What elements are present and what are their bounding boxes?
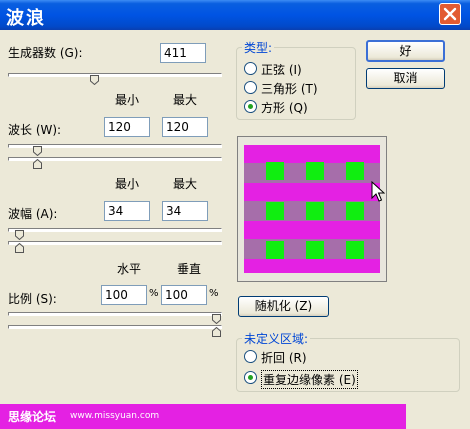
repeat-edge-pixels-radio[interactable] bbox=[244, 371, 257, 384]
mouse-cursor-icon bbox=[371, 181, 385, 202]
wavelength-min-slider-thumb[interactable] bbox=[33, 146, 43, 156]
window-title: 波浪 bbox=[6, 8, 46, 29]
amplitude-min-slider-track[interactable] bbox=[8, 228, 222, 232]
scale-v-unit: % bbox=[209, 288, 219, 299]
wavelength-max-slider-thumb[interactable] bbox=[33, 159, 43, 169]
amplitude-max-header: 最大 bbox=[173, 177, 198, 191]
type-square-label[interactable]: 方形 (Q) bbox=[261, 99, 308, 116]
title-bar[interactable]: 波浪 bbox=[0, 0, 470, 30]
generators-input[interactable]: 411 bbox=[160, 43, 206, 63]
scale-label: 比例 (S): bbox=[8, 292, 57, 306]
type-group-title: 类型: bbox=[242, 39, 275, 56]
scale-h-slider-track[interactable] bbox=[8, 312, 222, 316]
scale-v-slider-track[interactable] bbox=[8, 325, 222, 329]
wrap-around-radio[interactable] bbox=[244, 350, 257, 363]
scale-h-unit: % bbox=[149, 288, 159, 299]
wavelength-min-input[interactable]: 120 bbox=[104, 117, 150, 137]
wavelength-min-header: 最小 bbox=[115, 93, 140, 107]
close-icon bbox=[443, 7, 457, 21]
ok-button[interactable]: 好 bbox=[366, 40, 445, 62]
amplitude-min-slider-thumb[interactable] bbox=[15, 230, 25, 240]
generators-label: 生成器数 (G): bbox=[8, 46, 83, 60]
type-triangle-radio[interactable] bbox=[244, 81, 257, 94]
scale-v-header: 垂直 bbox=[177, 262, 202, 276]
wavelength-max-input[interactable]: 120 bbox=[162, 117, 208, 137]
generators-slider-track[interactable] bbox=[8, 73, 222, 77]
wrap-around-label[interactable]: 折回 (R) bbox=[261, 349, 307, 366]
preview-image bbox=[238, 137, 386, 281]
scale-h-header: 水平 bbox=[117, 262, 142, 276]
undefined-areas-title: 未定义区域: bbox=[242, 330, 311, 347]
amplitude-min-input[interactable]: 34 bbox=[104, 201, 150, 221]
type-sine-label[interactable]: 正弦 (I) bbox=[261, 61, 302, 78]
watermark-url: www.missyuan.com bbox=[70, 411, 160, 421]
repeat-edge-pixels-label[interactable]: 重复边缘像素 (E) bbox=[261, 370, 358, 389]
amplitude-label: 波幅 (A): bbox=[8, 207, 58, 221]
type-triangle-label[interactable]: 三角形 (T) bbox=[261, 80, 318, 97]
close-button[interactable] bbox=[439, 3, 461, 25]
preview-pane[interactable] bbox=[237, 136, 387, 282]
type-sine-radio[interactable] bbox=[244, 62, 257, 75]
randomize-button[interactable]: 随机化 (Z) bbox=[238, 296, 329, 317]
cancel-button[interactable]: 取消 bbox=[366, 68, 445, 89]
type-square-radio[interactable] bbox=[244, 100, 257, 113]
scale-v-input[interactable]: 100 bbox=[161, 285, 207, 305]
generators-slider-thumb[interactable] bbox=[90, 75, 100, 85]
amplitude-max-input[interactable]: 34 bbox=[162, 201, 208, 221]
wave-dialog: 波浪 生成器数 (G): 411 最小 最大 波长 (W): 120 120 最… bbox=[0, 0, 470, 402]
wavelength-label: 波长 (W): bbox=[8, 123, 62, 137]
wavelength-max-header: 最大 bbox=[173, 93, 198, 107]
amplitude-min-header: 最小 bbox=[115, 177, 140, 191]
scale-v-slider-thumb[interactable] bbox=[212, 327, 221, 337]
amplitude-max-slider-track[interactable] bbox=[8, 241, 222, 245]
watermark-bar: 思缘论坛 www.missyuan.com bbox=[0, 404, 406, 429]
scale-h-slider-thumb[interactable] bbox=[212, 314, 221, 324]
watermark-text: 思缘论坛 bbox=[8, 410, 57, 424]
scale-h-input[interactable]: 100 bbox=[101, 285, 147, 305]
amplitude-max-slider-thumb[interactable] bbox=[15, 243, 25, 253]
